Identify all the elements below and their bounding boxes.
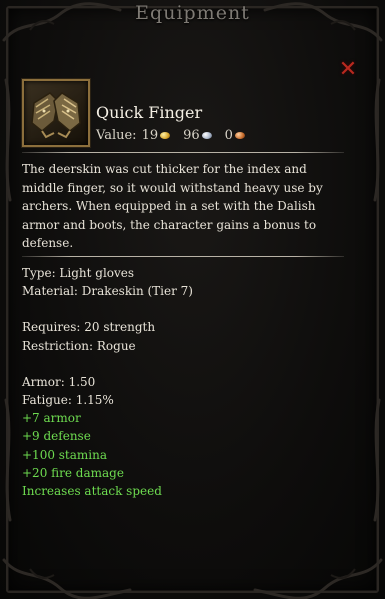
gloves-icon <box>31 92 81 139</box>
bonus-line: +100 stamina <box>22 447 108 462</box>
divider <box>22 256 344 257</box>
item-material: Material: Drakeskin (Tier 7) <box>22 284 193 299</box>
close-icon: ✕ <box>338 57 358 82</box>
item-icon <box>22 79 90 147</box>
equipment-tooltip-panel: Equipment ✕ Quick Finger Value: 19 96 0 … <box>0 0 385 599</box>
item-name: Quick Finger <box>96 103 203 122</box>
item-armor: Armor: 1.50 <box>22 374 96 389</box>
bonus-line: Increases attack speed <box>22 484 162 499</box>
close-button[interactable]: ✕ <box>338 57 358 82</box>
divider <box>22 152 344 153</box>
bonus-line: +9 defense <box>22 429 91 444</box>
item-restriction: Restriction: Rogue <box>22 338 136 353</box>
window-title: Equipment <box>135 2 250 24</box>
item-value: Value: 19 96 0 <box>96 128 252 143</box>
silver-coin-icon <box>201 132 212 139</box>
copper-coin-icon <box>234 132 245 139</box>
item-stats: Type: Light gloves Material: Drakeskin (… <box>22 264 352 500</box>
value-label: Value: <box>96 128 137 143</box>
item-description: The deerskin was cut thicker for the ind… <box>22 162 323 250</box>
gold-coin-icon <box>160 132 171 139</box>
item-fatigue: Fatigue: 1.15% <box>22 393 114 408</box>
silver-amount: 96 <box>183 128 200 143</box>
bonus-line: +20 fire damage <box>22 465 124 480</box>
copper-amount: 0 <box>224 128 233 143</box>
item-type: Type: Light gloves <box>22 266 135 280</box>
bonus-line: +7 armor <box>22 411 81 426</box>
gold-amount: 19 <box>141 128 159 143</box>
item-requires: Requires: 20 strength <box>22 320 156 335</box>
